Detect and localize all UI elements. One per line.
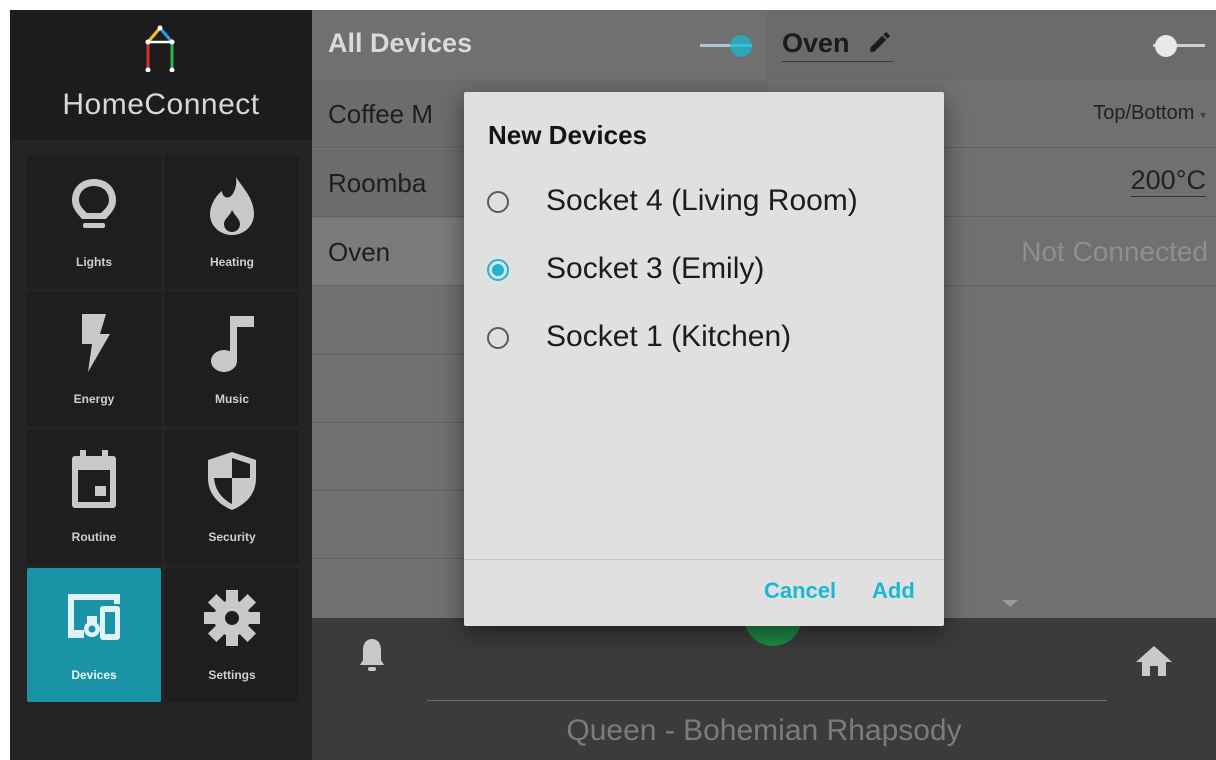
heating-mode-value: Top/Bottom (1093, 102, 1195, 124)
detail-panel-title[interactable]: Oven (782, 28, 894, 62)
app-brand-title: HomeConnect (62, 88, 260, 121)
devices-icon (68, 594, 120, 640)
gear-icon (204, 590, 260, 646)
oven-toggle[interactable] (1153, 34, 1205, 57)
divider (427, 700, 1107, 701)
nav-tile-routine[interactable]: Routine (27, 430, 161, 564)
device-option-selected[interactable]: Socket 3 (Emily) (484, 247, 924, 291)
dialog-divider (464, 559, 944, 560)
logo-area: HomeConnect (10, 10, 312, 140)
nav-tile-lights[interactable]: Lights (27, 155, 161, 289)
device-row-label: Roomba (328, 168, 427, 198)
lightning-icon (82, 314, 110, 372)
heating-mode-select[interactable]: Top/Bottom ▾ (1093, 102, 1206, 125)
app-window: HomeConnect Lights Heating Energy Music … (10, 10, 1216, 760)
devices-panel-title: All Devices (328, 28, 473, 58)
temperature-input[interactable]: 200°C (1130, 165, 1206, 197)
detail-title-text: Oven (782, 28, 850, 58)
scroll-down-arrow-icon[interactable] (1002, 600, 1018, 607)
device-option[interactable]: Socket 4 (Living Room) (484, 179, 924, 223)
all-devices-toggle[interactable] (700, 34, 752, 57)
new-devices-dialog: New Devices Socket 4 (Living Room) Socke… (464, 92, 944, 626)
device-option[interactable]: Socket 1 (Kitchen) (484, 315, 924, 359)
shield-icon (208, 452, 256, 510)
nav-tile-label: Settings (208, 668, 256, 682)
radio-button[interactable] (487, 191, 509, 213)
nav-tile-security[interactable]: Security (165, 430, 299, 564)
nav-tile-settings[interactable]: Settings (165, 568, 299, 702)
nav-tile-label: Devices (71, 668, 117, 682)
nav-tile-label: Music (214, 392, 249, 406)
nav-tile-label: Heating (209, 255, 254, 269)
nav-tile-energy[interactable]: Energy (27, 292, 161, 426)
cancel-button[interactable]: Cancel (764, 578, 836, 604)
device-option-label: Socket 3 (Emily) (546, 252, 765, 285)
dropdown-arrow-icon: ▾ (1199, 108, 1206, 122)
detail-panel-header: Oven (767, 10, 1216, 80)
now-playing: Queen - Bohemian Rhapsody (566, 714, 962, 747)
nav-tile-label: Energy (73, 392, 115, 406)
pencil-icon[interactable] (867, 29, 893, 55)
flame-icon (210, 177, 254, 235)
bell-icon[interactable] (358, 636, 386, 678)
house-logo-icon (145, 25, 175, 72)
nav-tile-heating[interactable]: Heating (165, 155, 299, 289)
device-option-label: Socket 4 (Living Room) (546, 184, 858, 217)
radio-button-checked[interactable] (487, 259, 509, 281)
music-note-icon (211, 316, 254, 372)
calendar-icon (72, 450, 116, 508)
nav-tile-label: Security (208, 530, 256, 544)
sidebar: HomeConnect Lights Heating Energy Music … (10, 10, 312, 760)
dialog-title: New Devices (488, 120, 647, 150)
radio-button[interactable] (487, 327, 509, 349)
nav-tile-devices[interactable]: Devices (27, 568, 161, 702)
devices-panel-header: All Devices (312, 10, 767, 80)
device-row-label: Coffee M (328, 99, 434, 129)
nav-tile-music[interactable]: Music (165, 292, 299, 426)
lightbulb-icon (72, 179, 116, 228)
nav-tile-label: Routine (71, 530, 117, 544)
device-option-label: Socket 1 (Kitchen) (546, 320, 792, 353)
home-icon[interactable] (1134, 644, 1174, 676)
device-row-label: Oven (328, 237, 391, 267)
connection-status: Not Connected (1021, 236, 1208, 267)
add-button[interactable]: Add (872, 578, 915, 604)
nav-tile-label: Lights (76, 255, 112, 269)
